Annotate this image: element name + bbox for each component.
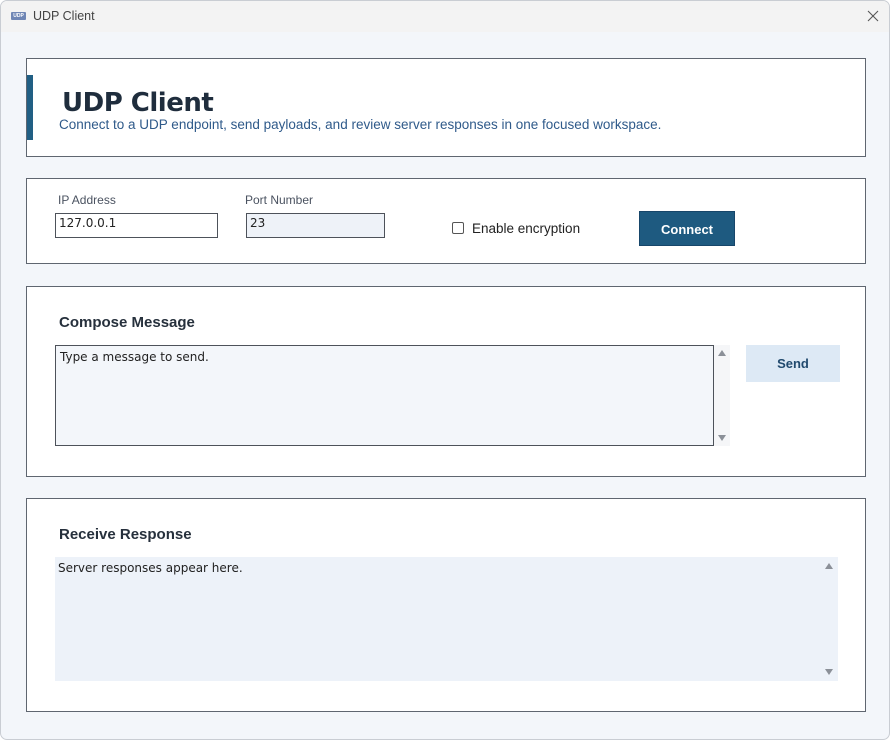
compose-title: Compose Message — [59, 314, 195, 331]
response-scrollbar[interactable] — [821, 557, 838, 681]
page-subtitle: Connect to a UDP endpoint, send payloads… — [59, 117, 662, 132]
receive-panel: Receive Response Server responses appear… — [26, 498, 866, 712]
connect-button[interactable]: Connect — [639, 211, 735, 246]
chevron-down-icon[interactable] — [718, 435, 726, 441]
port-number-label: Port Number — [245, 193, 314, 207]
receive-title: Receive Response — [59, 526, 192, 543]
chevron-down-icon[interactable] — [825, 669, 833, 675]
page-title: UDP Client — [62, 88, 214, 118]
chevron-up-icon[interactable] — [718, 350, 726, 356]
message-scrollbar[interactable] — [714, 345, 730, 446]
ip-address-input[interactable]: 127.0.0.1 — [55, 213, 218, 238]
ip-address-label: IP Address — [58, 193, 116, 207]
send-button[interactable]: Send — [746, 345, 840, 382]
close-button[interactable] — [859, 3, 887, 29]
compose-panel: Compose Message Type a message to send. … — [26, 286, 866, 477]
app-icon: UDP — [11, 12, 26, 20]
header-panel: UDP Client Connect to a UDP endpoint, se… — [26, 58, 866, 157]
port-number-input[interactable]: 23 — [246, 213, 385, 238]
title-bar[interactable]: UDP UDP Client — [1, 1, 889, 32]
chevron-up-icon[interactable] — [825, 563, 833, 569]
encryption-label[interactable]: Enable encryption — [472, 221, 580, 236]
close-icon — [867, 10, 879, 22]
encryption-checkbox[interactable] — [452, 222, 464, 234]
app-window: UDP UDP Client UDP Client Connect to a U… — [0, 0, 890, 740]
connection-panel: IP Address 127.0.0.1 Port Number 23 Enab… — [26, 178, 866, 264]
response-output: Server responses appear here. — [55, 557, 821, 681]
window-title: UDP Client — [33, 9, 95, 23]
accent-bar — [27, 75, 33, 140]
message-input[interactable]: Type a message to send. — [55, 345, 714, 446]
